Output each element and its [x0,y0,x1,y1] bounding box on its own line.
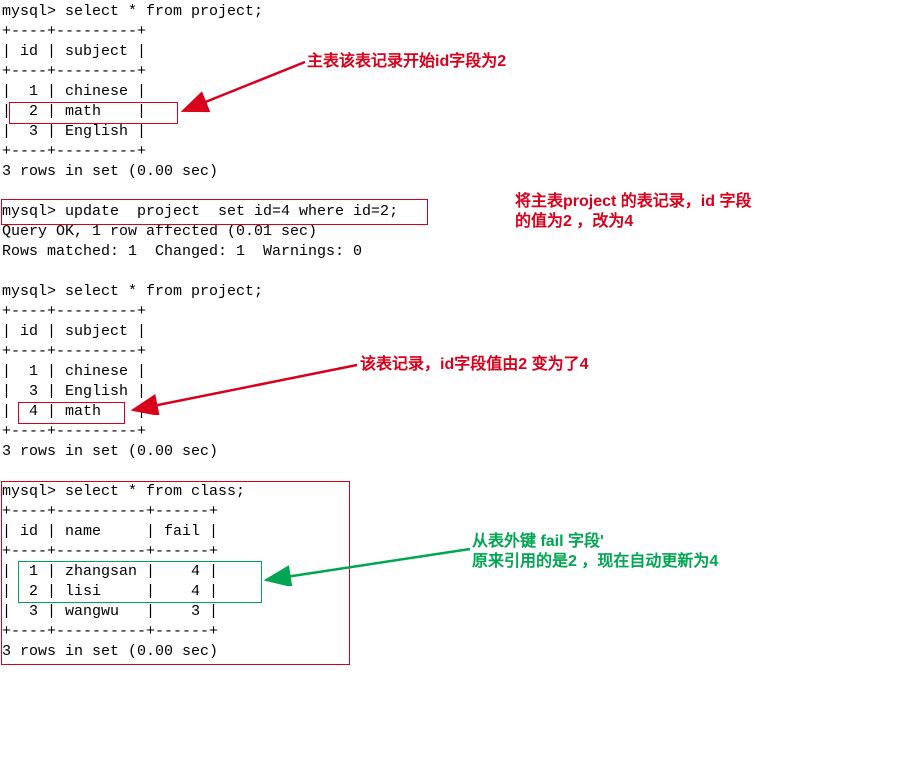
mysql-output-container: mysql> select * from project; +----+----… [2,2,899,662]
table-border: +----+---------+ [2,63,146,80]
table-header: | id | name | fail | [2,523,218,540]
rows-footer: 3 rows in set (0.00 sec) [2,163,218,180]
table-border: +----+---------+ [2,143,146,160]
sql-prompt-3: mysql> select * from project; [2,283,263,300]
table-row: | 2 | lisi | 4 | [2,583,218,600]
rows-footer: 3 rows in set (0.00 sec) [2,443,218,460]
sql-prompt-4: mysql> select * from class; [2,483,245,500]
table-row: | 4 | math | [2,403,146,420]
table-border: +----+----------+------+ [2,623,218,640]
table-border: +----+---------+ [2,343,146,360]
table-header: | id | subject | [2,323,146,340]
table-row: | 1 | chinese | [2,83,146,100]
sql-prompt-1: mysql> select * from project; [2,3,263,20]
table-row: | 3 | English | [2,383,146,400]
table-border: +----+----------+------+ [2,543,218,560]
table-border: +----+---------+ [2,423,146,440]
rows-footer: 3 rows in set (0.00 sec) [2,643,218,660]
table-row: | 3 | English | [2,123,146,140]
table-row: | 1 | zhangsan | 4 | [2,563,218,580]
query-result: Query OK, 1 row affected (0.01 sec) [2,223,317,240]
table-border: +----+---------+ [2,23,146,40]
table-border: +----+----------+------+ [2,503,218,520]
sql-block-1: mysql> select * from project; +----+----… [2,2,899,662]
query-result: Rows matched: 1 Changed: 1 Warnings: 0 [2,243,362,260]
table-border: +----+---------+ [2,303,146,320]
table-row: | 3 | wangwu | 3 | [2,603,218,620]
table-row: | 2 | math | [2,103,146,120]
sql-prompt-2: mysql> update project set id=4 where id=… [2,203,398,220]
table-header: | id | subject | [2,43,146,60]
table-row: | 1 | chinese | [2,363,146,380]
